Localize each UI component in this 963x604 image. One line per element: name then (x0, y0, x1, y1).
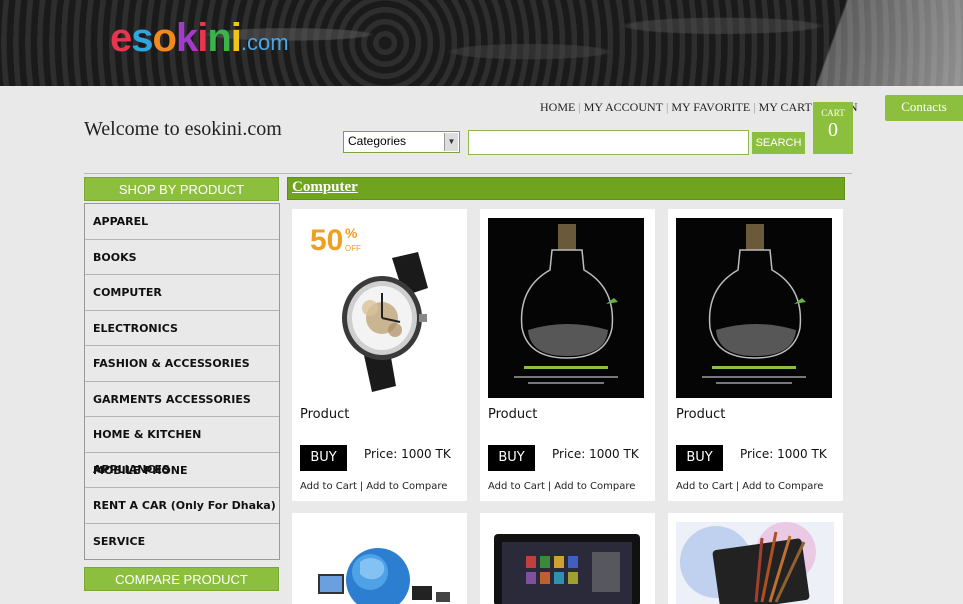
badge-off: OFF (345, 244, 361, 253)
top-navigation: HOME | MY ACCOUNT | MY FAVORITE | MY CAR… (538, 100, 860, 115)
sidebar-item-fashion[interactable]: FASHION & ACCESSORIES (85, 346, 279, 382)
product-card: Product BUY Price: 1000 TK Add to Cart | A… (668, 209, 843, 501)
compare-product-heading: COMPARE PRODUCT (84, 567, 279, 591)
tablet-icon (488, 522, 646, 604)
header-banner: esokini .com (0, 0, 963, 86)
lightbulb-icon (488, 218, 644, 398)
logo-suffix: .com (240, 30, 289, 55)
add-to-cart-link[interactable]: Add to Cart (676, 481, 733, 492)
sidebar-item-home-kitchen[interactable]: HOME & KITCHEN APPLIANCES (85, 417, 279, 476)
product-card: 50 % OFF Product BUY Price: 1000 TK Add … (292, 209, 467, 501)
nav-my-cart[interactable]: MY CART (757, 100, 814, 115)
category-heading-bar: Computer (287, 177, 845, 200)
link-separator: | (359, 481, 364, 492)
search-button[interactable]: SEARCH (752, 132, 805, 154)
product-image-watch[interactable]: 50 % OFF (300, 218, 458, 398)
cart-label: CART (821, 108, 845, 118)
logo-letter: o (152, 16, 177, 60)
category-list: APPAREL BOOKS COMPUTER ELECTRONICS FASHI… (84, 203, 280, 560)
site-logo[interactable]: esokini .com (110, 14, 289, 60)
nav-my-favorite[interactable]: MY FAVORITE (669, 100, 752, 115)
logo-main: esokini (110, 16, 242, 60)
product-name[interactable]: Product (488, 407, 537, 422)
buy-button[interactable]: BUY (300, 445, 347, 471)
sidebar-item-electronics[interactable]: ELECTRONICS (85, 311, 279, 346)
category-select[interactable]: Categories ▼ (343, 131, 460, 153)
category-title-link[interactable]: Computer (292, 179, 358, 196)
lightbulb-icon (676, 218, 832, 398)
globe-devices-icon (300, 522, 458, 604)
sidebar-item-garments[interactable]: GARMENTS ACCESSORIES (85, 382, 279, 417)
banner-fade (783, 0, 963, 86)
sidebar-item-rent-a-car[interactable]: RENT A CAR (Only For Dhaka) (85, 488, 279, 524)
product-card (668, 513, 843, 604)
logo-letter: i (230, 16, 242, 60)
link-separator: | (547, 481, 552, 492)
add-to-compare-link[interactable]: Add to Compare (742, 481, 823, 492)
product-links: Add to Cart | Add to Compare (300, 481, 447, 492)
tablet-brushes-icon (676, 522, 834, 604)
header-divider (84, 173, 852, 174)
product-card: Product BUY Price: 1000 TK Add to Cart | A… (480, 209, 655, 501)
watch-icon: 50 % OFF (300, 218, 458, 398)
product-image-brushes[interactable] (676, 522, 834, 604)
buy-button[interactable]: BUY (488, 445, 535, 471)
logo-letter: s (131, 16, 153, 60)
sidebar-item-apparel[interactable]: APPAREL (85, 204, 279, 240)
product-image-globe[interactable] (300, 522, 458, 604)
logo-letter: e (110, 16, 132, 60)
buy-button[interactable]: BUY (676, 445, 723, 471)
product-image-bulb[interactable] (676, 218, 834, 398)
logo-letter: i (197, 16, 208, 60)
add-to-cart-link[interactable]: Add to Cart (300, 481, 357, 492)
logo-letter: k (175, 16, 198, 60)
badge-fifty: 50 (310, 224, 343, 257)
nav-home[interactable]: HOME (538, 100, 577, 115)
product-card (480, 513, 655, 604)
product-price: Price: 1000 TK (740, 447, 827, 461)
cart-count: 0 (828, 119, 838, 141)
add-to-compare-link[interactable]: Add to Compare (366, 481, 447, 492)
product-name[interactable]: Product (676, 407, 725, 422)
sidebar-item-service[interactable]: SERVICE (85, 524, 279, 560)
product-links: Add to Cart | Add to Compare (676, 481, 823, 492)
cart-widget[interactable]: CART 0 (813, 102, 853, 154)
product-price: Price: 1000 TK (552, 447, 639, 461)
product-links: Add to Cart | Add to Compare (488, 481, 635, 492)
product-card (292, 513, 467, 604)
badge-percent: % (345, 225, 358, 241)
product-image-bulb[interactable] (488, 218, 646, 398)
product-name[interactable]: Product (300, 407, 349, 422)
link-separator: | (735, 481, 740, 492)
search-input[interactable] (468, 130, 749, 155)
logo-letter: n (207, 16, 231, 60)
add-to-cart-link[interactable]: Add to Cart (488, 481, 545, 492)
shop-by-product-heading: SHOP BY PRODUCT (84, 177, 279, 201)
sidebar-item-books[interactable]: BOOKS (85, 240, 279, 275)
add-to-compare-link[interactable]: Add to Compare (554, 481, 635, 492)
nav-my-account[interactable]: MY ACCOUNT (582, 100, 665, 115)
category-select-value: Categories (348, 134, 407, 148)
product-image-tablet[interactable] (488, 522, 646, 604)
chevron-down-icon[interactable]: ▼ (444, 133, 458, 151)
contacts-button[interactable]: Contacts (885, 95, 963, 121)
product-price: Price: 1000 TK (364, 447, 451, 461)
sidebar-item-mobile-phone[interactable]: MOBILE PHONE (85, 453, 279, 488)
sidebar-item-computer[interactable]: COMPUTER (85, 275, 279, 311)
welcome-text: Welcome to esokini.com (84, 118, 282, 140)
